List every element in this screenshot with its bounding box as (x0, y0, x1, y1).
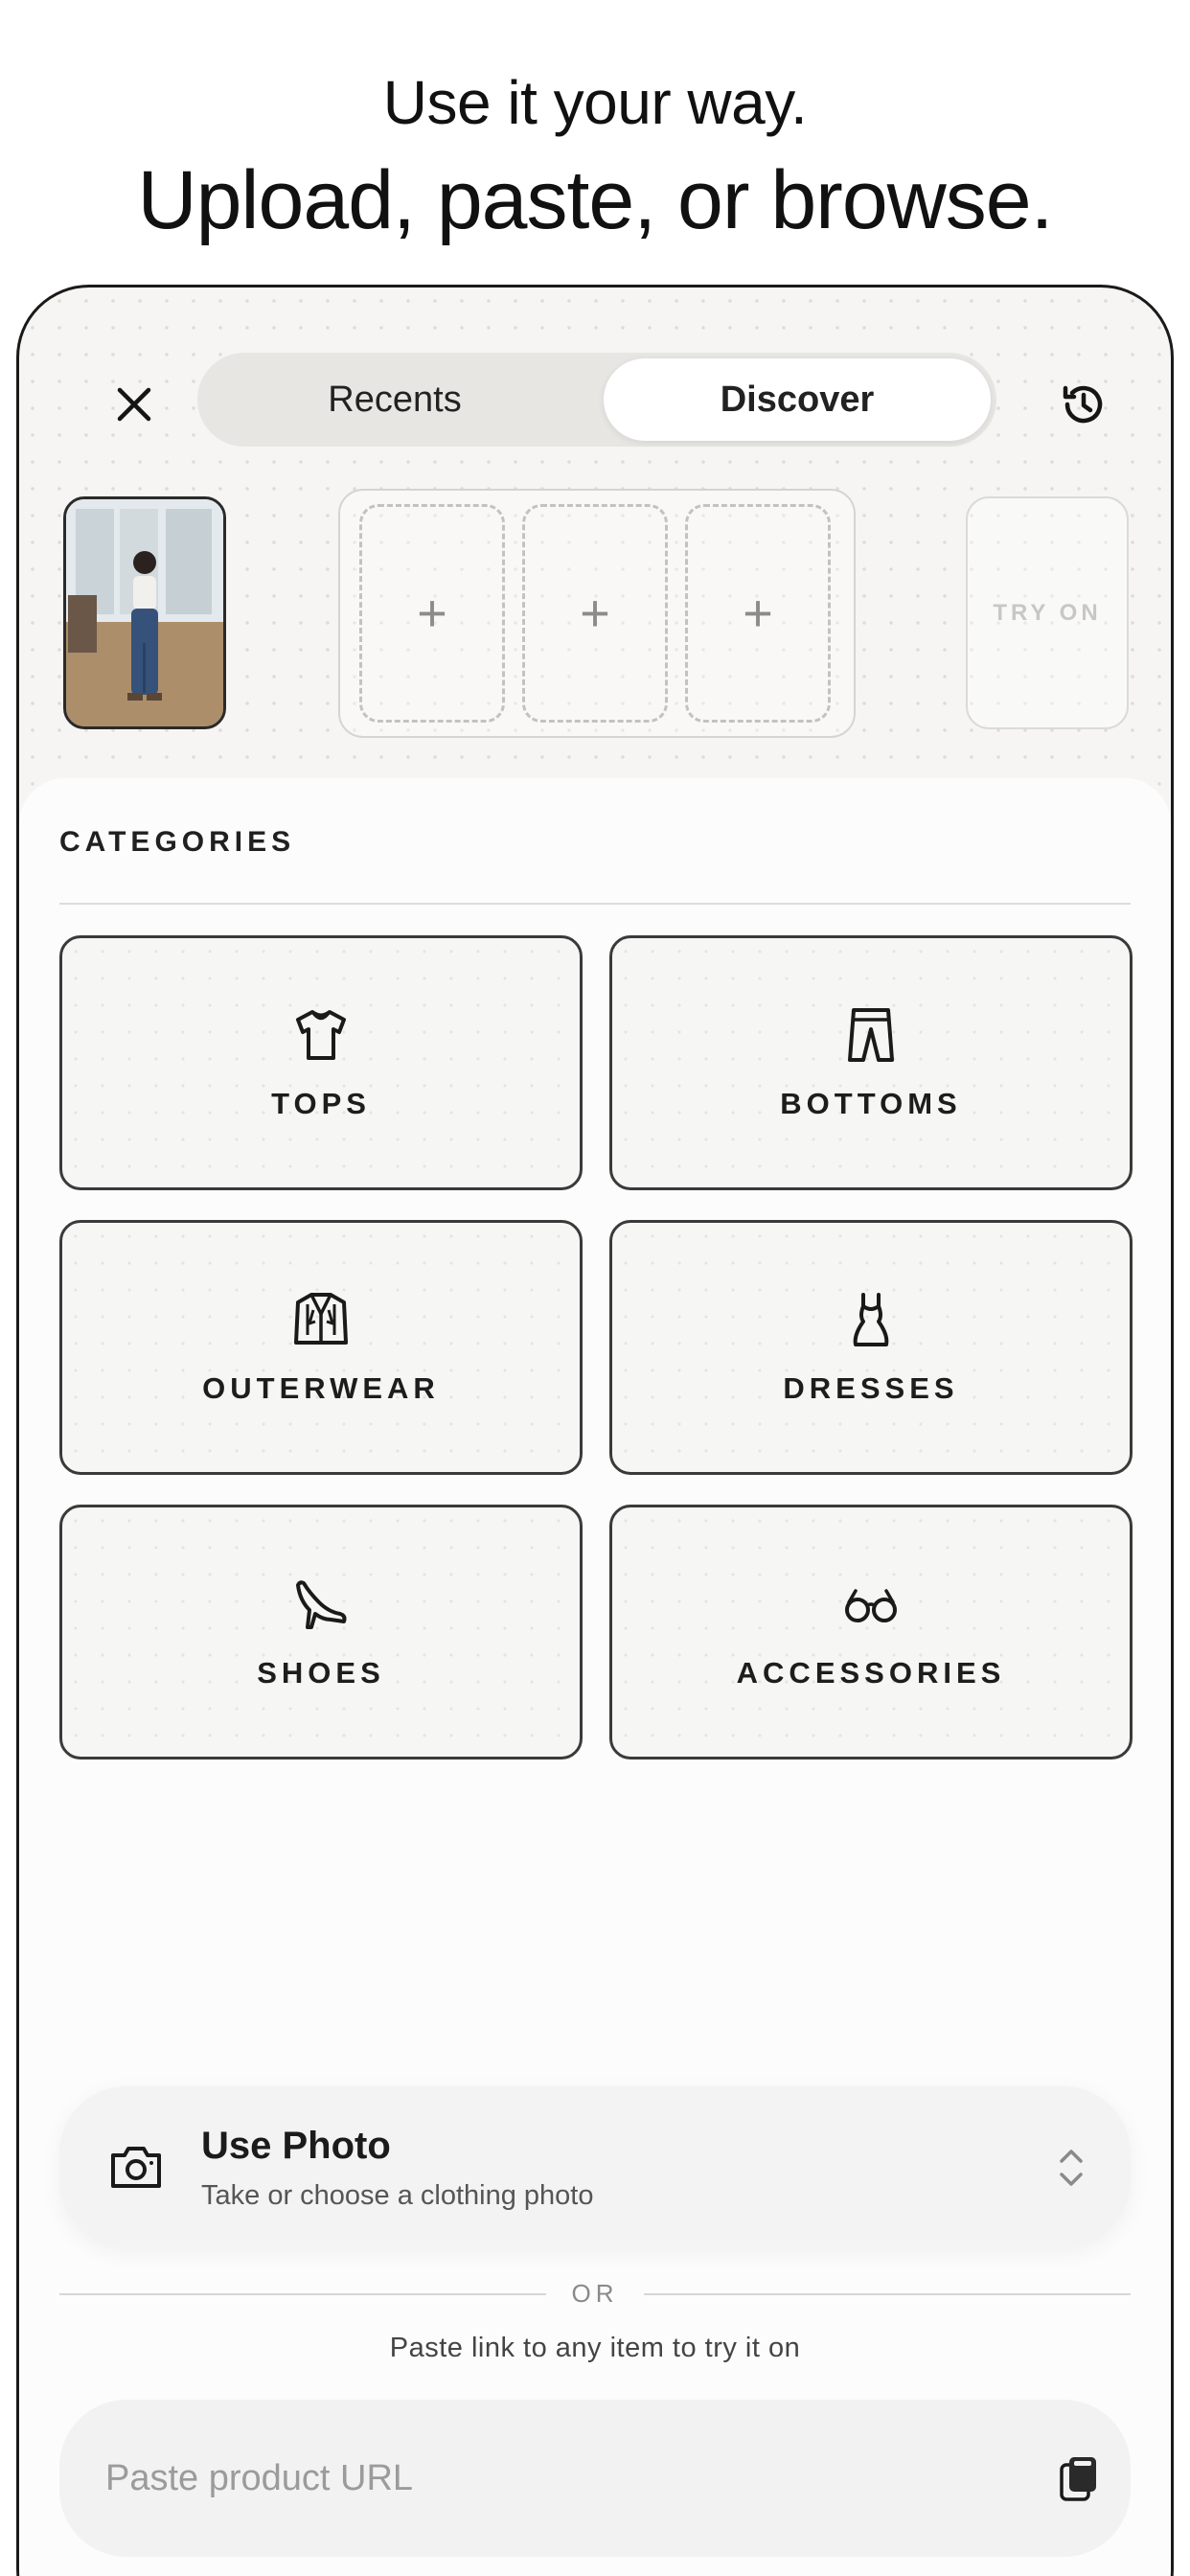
category-label: SHOES (257, 1656, 385, 1690)
camera-icon (111, 2147, 161, 2188)
category-label: TOPS (271, 1087, 371, 1120)
phone-frame: Recents Discover + + + TRY ON CATEGORIES… (16, 285, 1174, 2576)
category-bottoms[interactable]: BOTTOMS (609, 935, 1133, 1190)
headline-line-2: Upload, paste, or browse. (137, 154, 1054, 246)
product-url-input[interactable] (105, 2440, 968, 2517)
bottom-sheet: CATEGORIES TOPS BOTTOMS OUTERWEAR DRESSE… (19, 778, 1171, 2576)
tab-discover[interactable]: Discover (604, 358, 991, 441)
close-icon (117, 387, 151, 422)
category-label: BOTTOMS (780, 1087, 962, 1120)
use-photo-subtitle: Take or choose a clothing photo (201, 2180, 594, 2211)
or-divider-right (644, 2293, 1131, 2295)
category-outerwear[interactable]: OUTERWEAR (59, 1220, 583, 1475)
tab-recents[interactable]: Recents (203, 358, 586, 441)
categories-divider (59, 903, 1131, 905)
use-photo-button[interactable]: Use Photo Take or choose a clothing phot… (59, 2086, 1131, 2247)
model-photo (66, 499, 223, 726)
history-button[interactable] (1042, 364, 1123, 445)
or-label: OR (571, 2279, 619, 2308)
categories-heading: CATEGORIES (59, 826, 296, 858)
close-button[interactable] (94, 364, 174, 445)
glasses-icon (845, 1589, 897, 1622)
dress-icon (853, 1293, 889, 1346)
outfit-slots: + + + (338, 489, 856, 738)
url-field-container (59, 2400, 1131, 2557)
category-accessories[interactable]: ACCESSORIES (609, 1505, 1133, 1760)
category-shoes[interactable]: SHOES (59, 1505, 583, 1760)
shirt-icon (296, 1010, 346, 1060)
pants-icon (848, 1008, 894, 1062)
model-photo-thumbnail[interactable] (63, 496, 226, 729)
segmented-control: Recents Discover (197, 353, 996, 447)
category-label: ACCESSORIES (736, 1656, 1006, 1690)
category-tops[interactable]: TOPS (59, 935, 583, 1190)
or-divider-left (59, 2293, 546, 2295)
headline-line-1: Use it your way. (382, 68, 808, 137)
try-on-button[interactable]: TRY ON (966, 496, 1129, 729)
category-label: DRESSES (783, 1371, 959, 1405)
category-dresses[interactable]: DRESSES (609, 1220, 1133, 1475)
add-item-slot-1[interactable]: + (359, 504, 505, 723)
use-photo-title: Use Photo (201, 2125, 391, 2167)
clipboard-icon[interactable] (1052, 2451, 1106, 2505)
paste-hint: Paste link to any item to try it on (389, 2333, 801, 2363)
add-item-slot-2[interactable]: + (522, 504, 668, 723)
heel-icon (296, 1580, 347, 1629)
chevron-up-down-icon (1060, 2150, 1083, 2186)
history-icon (1063, 385, 1103, 424)
jacket-icon (294, 1293, 348, 1345)
add-item-slot-3[interactable]: + (685, 504, 831, 723)
category-label: OUTERWEAR (202, 1371, 440, 1405)
